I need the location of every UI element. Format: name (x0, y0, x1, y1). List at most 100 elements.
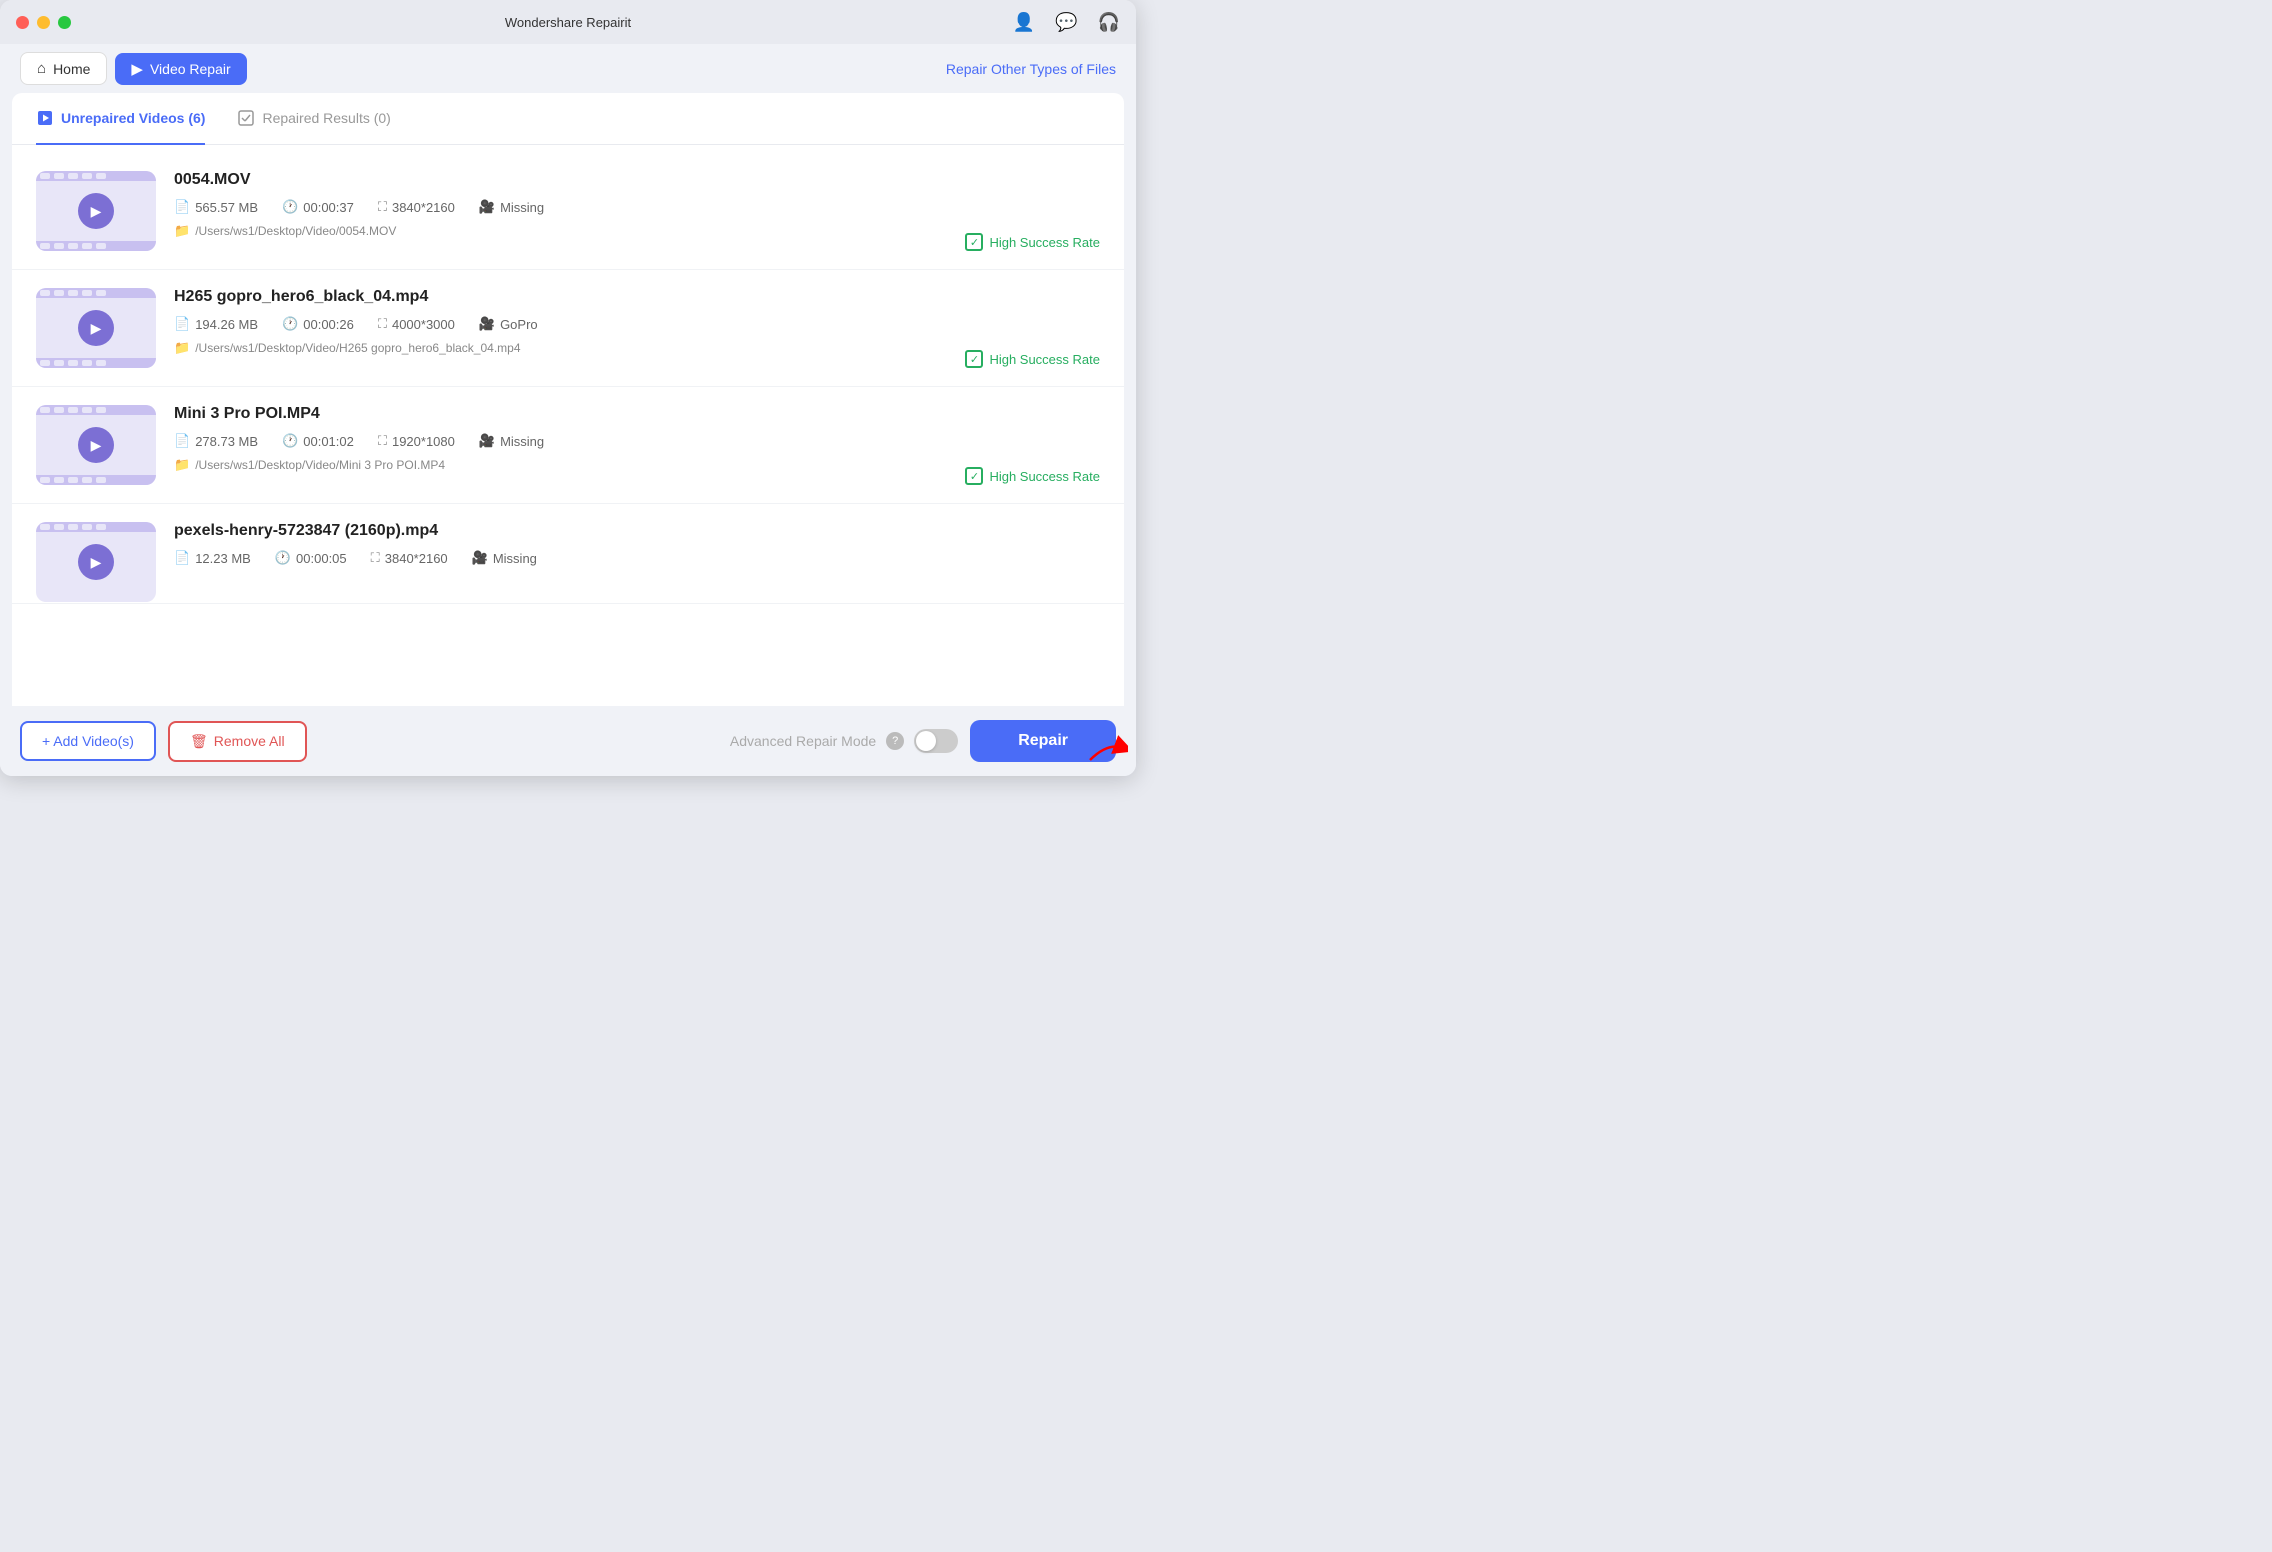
film-hole (40, 360, 50, 366)
video-name-1: 0054.MOV (174, 171, 1100, 189)
resolution-icon-3: ⛶ (378, 433, 387, 449)
success-icon-3: ✓ (965, 467, 983, 485)
film-hole (96, 477, 106, 483)
maximize-button[interactable] (58, 16, 71, 29)
toggle-knob (916, 731, 936, 751)
camera-icon-2: 🎥 (479, 316, 495, 332)
film-strip-top-3 (36, 405, 156, 415)
film-hole (40, 173, 50, 179)
film-hole (40, 243, 50, 249)
tab-unrepaired[interactable]: Unrepaired Videos (6) (36, 93, 205, 145)
film-hole (96, 360, 106, 366)
film-hole (96, 407, 106, 413)
video-resolution-4: ⛶ 3840*2160 (371, 550, 448, 566)
info-icon: ? (886, 732, 904, 750)
repair-button-wrapper: Repair (970, 720, 1116, 762)
play-button-3[interactable]: ▶ (78, 427, 114, 463)
film-hole (82, 360, 92, 366)
film-hole (82, 173, 92, 179)
camera-icon-4: 🎥 (472, 550, 488, 566)
video-item-2: ▶ H265 gopro_hero6_black_04.mp4 📄 (12, 270, 1124, 387)
folder-icon-1: 📁 (174, 223, 190, 239)
app-title: Wondershare Repairit (505, 15, 631, 30)
film-strip-bottom-1 (36, 241, 156, 251)
video-duration-4: 🕐 00:00:05 (275, 550, 347, 566)
video-repair-label: Video Repair (150, 61, 231, 77)
video-camera-4: 🎥 Missing (472, 550, 537, 566)
film-hole (54, 524, 64, 530)
tab-repaired[interactable]: Repaired Results (0) (237, 93, 390, 145)
film-hole (40, 407, 50, 413)
video-thumbnail-4: ▶ (36, 522, 156, 602)
unrepaired-tab-icon (36, 109, 54, 127)
video-thumbnail-3: ▶ (36, 405, 156, 485)
video-meta-1: 📄 565.57 MB 🕐 00:00:37 ⛶ 3840*2160 � (174, 199, 1100, 215)
video-resolution-1: ⛶ 3840*2160 (378, 199, 455, 215)
film-hole (82, 407, 92, 413)
repair-other-link[interactable]: Repair Other Types of Files (946, 61, 1116, 77)
play-button-4[interactable]: ▶ (78, 544, 114, 580)
video-info-3: Mini 3 Pro POI.MP4 📄 278.73 MB 🕐 00:01:0… (174, 405, 1100, 473)
video-repair-button[interactable]: ▶ Video Repair (115, 53, 246, 85)
video-item-4: ▶ pexels-henry-5723847 (2160p).mp4 📄 12.… (12, 504, 1124, 604)
clock-icon-1: 🕐 (282, 199, 298, 215)
video-size-1: 📄 565.57 MB (174, 199, 258, 215)
repaired-tab-icon (237, 109, 255, 127)
play-button-2[interactable]: ▶ (78, 310, 114, 346)
video-info-1: 0054.MOV 📄 565.57 MB 🕐 00:00:37 ⛶ 3840 (174, 171, 1100, 239)
file-icon-2: 📄 (174, 316, 190, 332)
trash-icon: 🗑 (190, 733, 208, 750)
profile-icon[interactable]: 👤 (1013, 12, 1035, 33)
app-window: Wondershare Repairit 👤 💬 🎧 ⌂ Home ▶ Vide… (0, 0, 1136, 776)
file-icon-3: 📄 (174, 433, 190, 449)
remove-all-button[interactable]: 🗑 Remove All (168, 721, 307, 762)
advanced-mode-toggle[interactable] (914, 729, 958, 753)
headphone-icon[interactable]: 🎧 (1098, 12, 1120, 33)
video-thumbnail-2: ▶ (36, 288, 156, 368)
advanced-mode-label: Advanced Repair Mode (730, 733, 876, 749)
video-info-4: pexels-henry-5723847 (2160p).mp4 📄 12.23… (174, 522, 1100, 574)
video-path-2: 📁 /Users/ws1/Desktop/Video/H265 gopro_he… (174, 340, 1100, 356)
film-hole (82, 290, 92, 296)
film-hole (68, 290, 78, 296)
success-icon-1: ✓ (965, 233, 983, 251)
unrepaired-tab-label: Unrepaired Videos (6) (61, 110, 205, 126)
film-hole (82, 477, 92, 483)
close-button[interactable] (16, 16, 29, 29)
add-video-button[interactable]: + Add Video(s) (20, 721, 156, 761)
film-strip-top-4 (36, 522, 156, 532)
remove-all-label: Remove All (214, 733, 285, 749)
play-button-1[interactable]: ▶ (78, 193, 114, 229)
minimize-button[interactable] (37, 16, 50, 29)
file-icon-4: 📄 (174, 550, 190, 566)
video-item-3: ▶ Mini 3 Pro POI.MP4 📄 278.73 MB (12, 387, 1124, 504)
video-name-3: Mini 3 Pro POI.MP4 (174, 405, 1100, 423)
video-size-4: 📄 12.23 MB (174, 550, 251, 566)
home-button[interactable]: ⌂ Home (20, 52, 107, 85)
bottom-bar: + Add Video(s) 🗑 Remove All Advanced Rep… (0, 706, 1136, 776)
film-hole (54, 407, 64, 413)
video-list: ▶ 0054.MOV 📄 565.57 MB (12, 145, 1124, 706)
home-icon: ⌂ (37, 60, 46, 77)
film-hole (96, 524, 106, 530)
titlebar-icons: 👤 💬 🎧 (1013, 12, 1120, 33)
resolution-icon-1: ⛶ (378, 199, 387, 215)
high-success-2: ✓ High Success Rate (965, 350, 1100, 368)
film-hole (82, 243, 92, 249)
high-success-3: ✓ High Success Rate (965, 467, 1100, 485)
video-path-1: 📁 /Users/ws1/Desktop/Video/0054.MOV (174, 223, 1100, 239)
video-camera-3: 🎥 Missing (479, 433, 544, 449)
film-hole (54, 290, 64, 296)
video-size-3: 📄 278.73 MB (174, 433, 258, 449)
chat-icon[interactable]: 💬 (1055, 12, 1077, 33)
film-hole (82, 524, 92, 530)
video-name-2: H265 gopro_hero6_black_04.mp4 (174, 288, 1100, 306)
video-meta-2: 📄 194.26 MB 🕐 00:00:26 ⛶ 4000*3000 � (174, 316, 1100, 332)
folder-icon-2: 📁 (174, 340, 190, 356)
film-hole (68, 477, 78, 483)
film-hole (68, 360, 78, 366)
film-hole (54, 477, 64, 483)
video-duration-1: 🕐 00:00:37 (282, 199, 354, 215)
video-thumbnail-1: ▶ (36, 171, 156, 251)
clock-icon-2: 🕐 (282, 316, 298, 332)
